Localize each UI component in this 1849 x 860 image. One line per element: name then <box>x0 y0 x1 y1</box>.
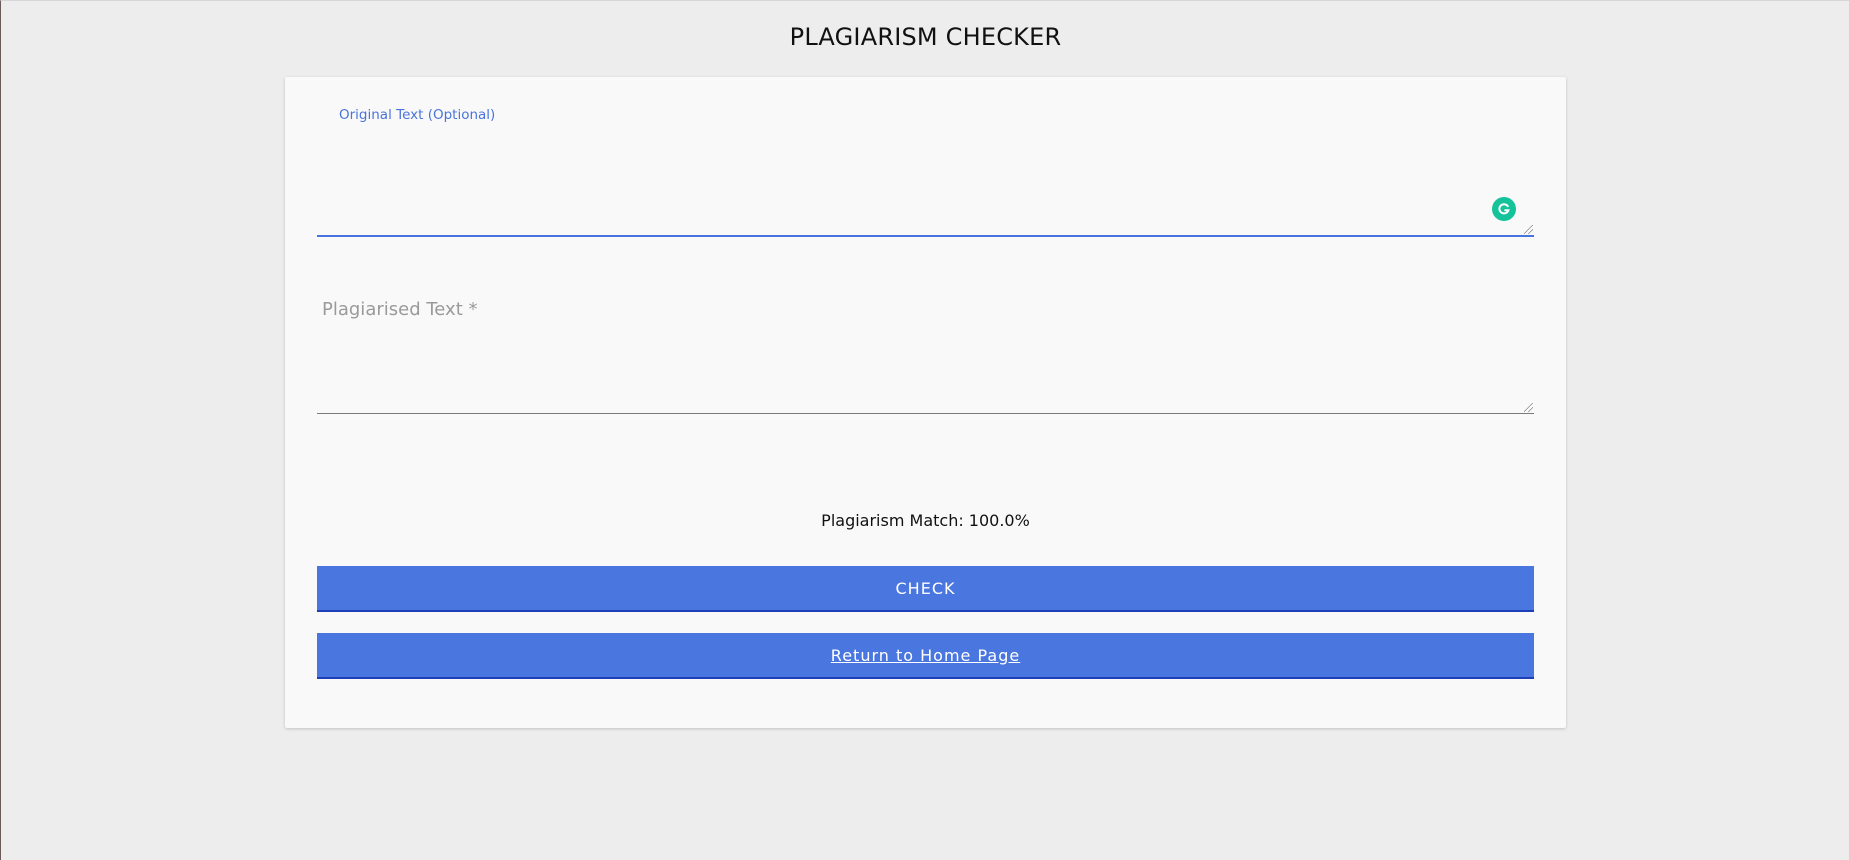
checker-card: Original Text (Optional) Plagiarised Tex… <box>285 77 1566 728</box>
plagiarised-text-input[interactable] <box>317 289 1534 413</box>
original-text-field[interactable]: Original Text (Optional) <box>317 99 1534 237</box>
original-text-input[interactable] <box>317 99 1534 235</box>
grammarly-icon[interactable] <box>1492 197 1516 221</box>
resize-grip-icon[interactable] <box>1524 403 1533 412</box>
check-button[interactable]: CHECK <box>317 566 1534 612</box>
resize-grip-icon[interactable] <box>1524 225 1533 234</box>
plagiarised-text-field[interactable]: Plagiarised Text * <box>317 289 1534 414</box>
plagiarism-match-result: Plagiarism Match: 100.0% <box>821 511 1030 530</box>
return-home-button[interactable]: Return to Home Page <box>317 633 1534 679</box>
page-title: PLAGIARISM CHECKER <box>789 23 1062 51</box>
